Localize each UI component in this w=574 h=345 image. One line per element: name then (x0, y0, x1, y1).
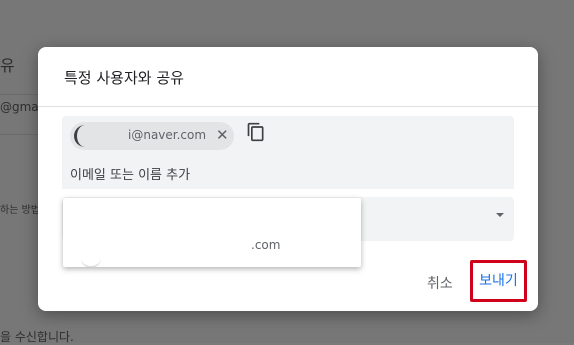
close-icon[interactable]: ✕ (216, 126, 229, 144)
cancel-button[interactable]: 취소 (427, 273, 453, 293)
background-divider (0, 94, 38, 95)
background-text: 을 수신합니다. (0, 330, 74, 344)
background-divider (0, 134, 38, 135)
suggestion-dropdown: .com (63, 198, 361, 267)
avatar (81, 248, 101, 267)
background-text: @gmai (0, 100, 42, 114)
copy-icon[interactable] (246, 122, 266, 142)
send-button[interactable]: 보내기 (470, 260, 527, 302)
background-text: 유 (0, 56, 15, 75)
share-dialog: 특정 사용자와 공유 i@naver.com ✕ 취소 보내기 (38, 47, 538, 311)
background-text: 하는 방법 (0, 205, 40, 216)
avatar (74, 125, 96, 147)
title-divider (38, 106, 538, 107)
recipient-chip[interactable]: i@naver.com ✕ (70, 122, 234, 150)
recipients-field[interactable]: i@naver.com ✕ (62, 116, 514, 189)
recipient-email: i@naver.com (128, 128, 207, 142)
dropdown-arrow-icon[interactable] (496, 213, 504, 217)
add-recipient-input[interactable] (70, 165, 490, 185)
dialog-title: 특정 사용자와 공유 (64, 69, 184, 87)
suggestion-email[interactable]: .com (251, 238, 280, 252)
